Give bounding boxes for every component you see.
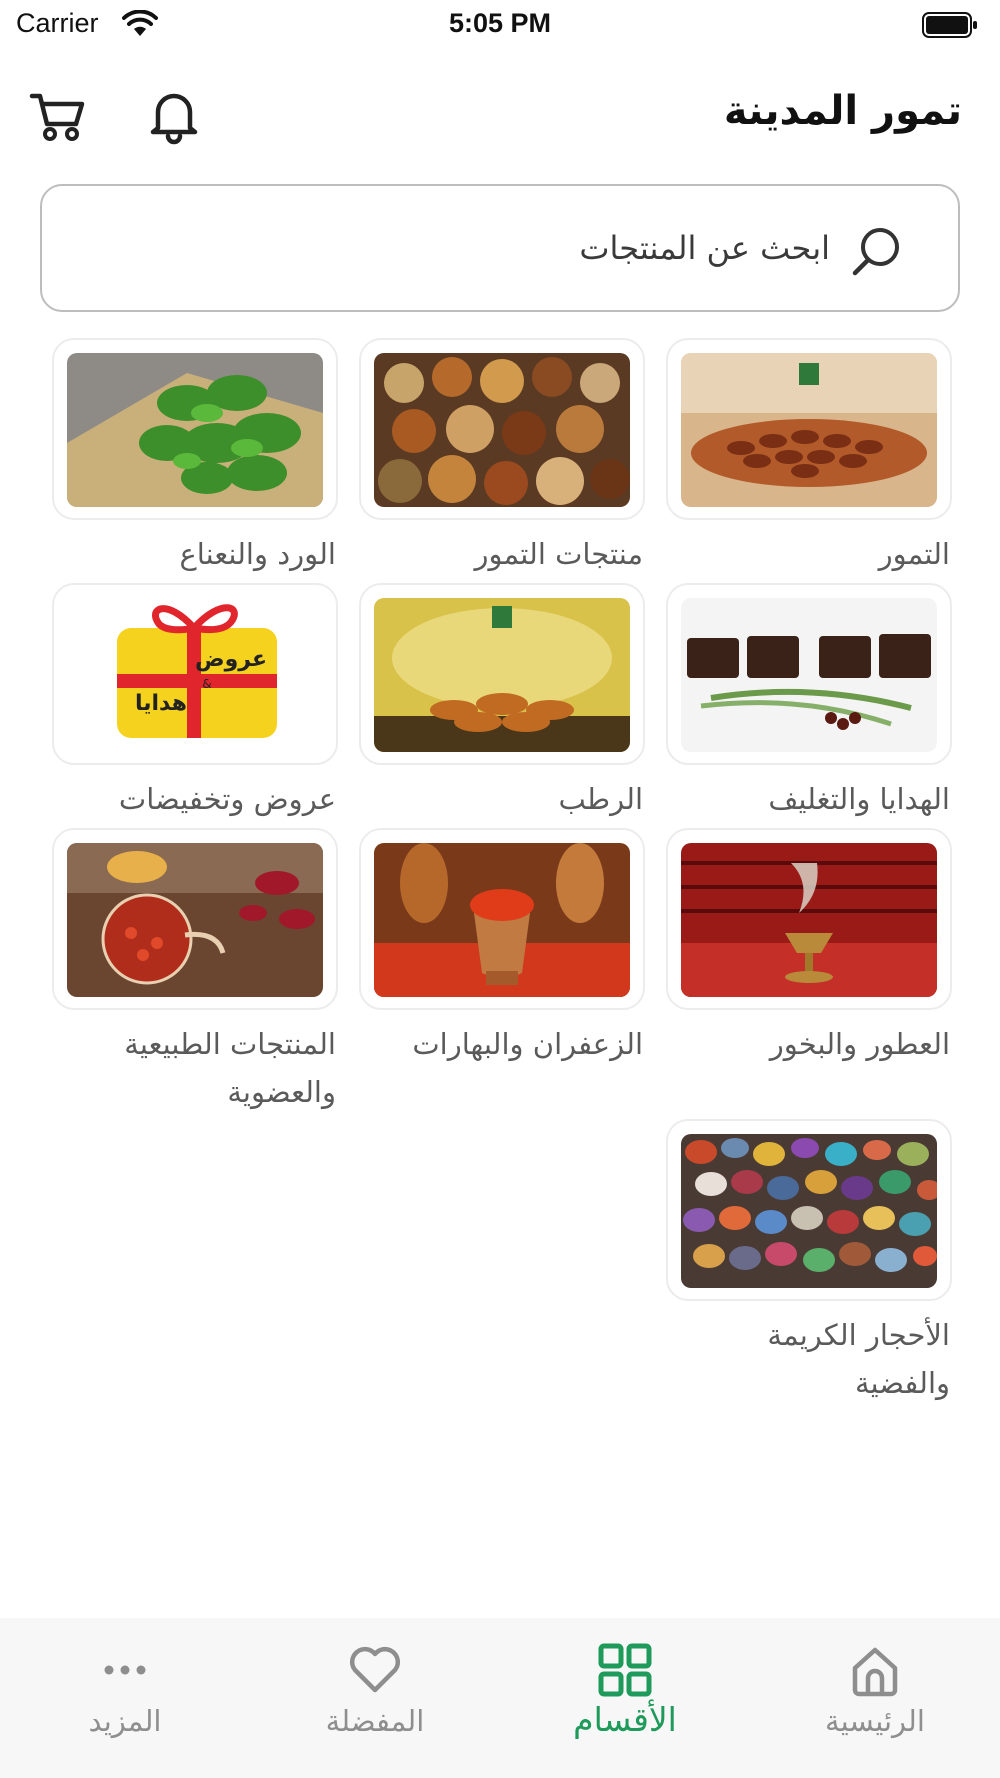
bell-icon[interactable] (146, 86, 202, 146)
category-image-offers: عروض & هدايا (67, 598, 323, 752)
tab-home-label: الرئيسية (825, 1704, 925, 1738)
categories-grid: التمور منتجات التمور الورد والنعناع الهد… (0, 336, 1000, 1596)
status-bar: Carrier 5:05 PM (0, 0, 1000, 50)
tab-categories-label: الأقسام (573, 1700, 677, 1739)
battery-icon (922, 12, 977, 38)
app-header: تمور المدينة (0, 80, 1000, 160)
home-icon (852, 1647, 898, 1697)
heart-icon (349, 1646, 401, 1693)
category-card[interactable] (666, 828, 952, 1010)
category-dates[interactable]: التمور (666, 338, 952, 578)
search-input[interactable] (190, 216, 830, 280)
category-label: الهدايا والتغليف (768, 782, 950, 816)
category-roses-mint[interactable]: الورد والنعناع (52, 338, 338, 578)
category-image-natural-organic (67, 843, 323, 997)
offers-badge-line2: هدايا (135, 691, 187, 716)
search-bar[interactable] (40, 184, 960, 312)
category-label: عروض وتخفيضات (118, 782, 336, 816)
grid-icon (598, 1643, 652, 1697)
category-perfumes-incense[interactable]: العطور والبخور (666, 828, 952, 1068)
tab-home[interactable]: الرئيسية (750, 1618, 1000, 1778)
offers-badge-line1: عروض (195, 647, 267, 672)
category-label: التمور (878, 537, 950, 571)
page-title: تمور المدينة (723, 88, 962, 134)
category-label: الورد والنعناع (179, 537, 336, 571)
category-rutab[interactable]: الرطب (359, 583, 645, 823)
category-label: المنتجات الطبيعية والعضوية (124, 1027, 336, 1109)
category-card[interactable] (359, 828, 645, 1010)
category-card[interactable] (359, 338, 645, 520)
category-gemstones-silver[interactable]: الأحجار الكريمة والفضية (666, 1119, 952, 1407)
category-card[interactable] (52, 828, 338, 1010)
category-card[interactable] (666, 1119, 952, 1301)
offers-badge-amp: & (202, 677, 211, 691)
category-gifts-packaging[interactable]: الهدايا والتغليف (666, 583, 952, 823)
category-date-products[interactable]: منتجات التمور (359, 338, 645, 578)
tab-favorites-label: المفضلة (325, 1704, 425, 1738)
category-label: الزعفران والبهارات (412, 1027, 643, 1061)
category-image-date-products (374, 353, 630, 507)
category-image-dates (681, 353, 937, 507)
more-icon (104, 1665, 146, 1675)
category-card[interactable] (359, 583, 645, 765)
category-image-gifts-packaging (681, 598, 937, 752)
category-label: منتجات التمور (474, 537, 643, 571)
category-image-rutab (374, 598, 630, 752)
category-card[interactable] (52, 338, 338, 520)
category-label: الرطب (558, 782, 643, 816)
tab-more-label: المزيد (88, 1704, 162, 1738)
category-card[interactable] (666, 338, 952, 520)
status-time: 5:05 PM (448, 8, 552, 38)
category-natural-organic[interactable]: المنتجات الطبيعية والعضوية (52, 828, 338, 1116)
tab-categories[interactable]: الأقسام (500, 1618, 750, 1778)
category-label: الأحجار الكريمة والفضية (767, 1318, 950, 1400)
bottom-tab-bar: الرئيسية الأقسام المفضلة المزيد (0, 1618, 1000, 1778)
category-offers[interactable]: عروض & هدايا عروض وتخفيضات (52, 583, 338, 823)
category-card[interactable]: عروض & هدايا (52, 583, 338, 765)
category-image-perfumes-incense (681, 843, 937, 997)
category-image-saffron-spices (374, 843, 630, 997)
tab-favorites[interactable]: المفضلة (250, 1618, 500, 1778)
category-card[interactable] (666, 583, 952, 765)
category-image-roses-mint (67, 353, 323, 507)
category-label: العطور والبخور (769, 1027, 950, 1061)
search-icon (852, 228, 899, 276)
tab-more[interactable]: المزيد (0, 1618, 250, 1778)
cart-icon[interactable] (28, 86, 88, 146)
category-image-gemstones-silver (681, 1134, 937, 1288)
category-saffron-spices[interactable]: الزعفران والبهارات (359, 828, 645, 1068)
